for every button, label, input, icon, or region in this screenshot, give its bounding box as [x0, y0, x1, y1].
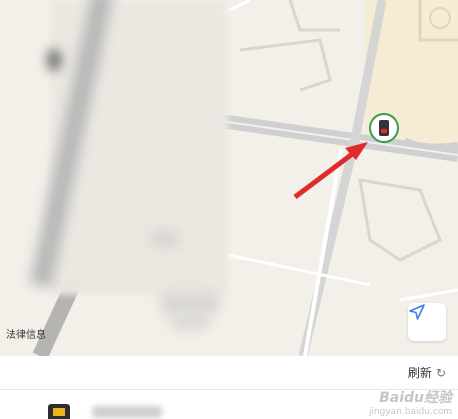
- refresh-button[interactable]: 刷新 ↻: [408, 364, 446, 381]
- refresh-label: 刷新: [407, 366, 432, 380]
- watermark-url: jingyan.baidu.com: [368, 407, 452, 417]
- map-view[interactable]: 法律信息: [0, 0, 458, 356]
- legal-info-link[interactable]: 法律信息: [6, 326, 46, 341]
- watermark-brand: Baidu经验: [379, 390, 452, 406]
- phone-icon: [379, 120, 389, 136]
- navigation-arrow-icon: [409, 304, 425, 320]
- store-thumbnail[interactable]: [48, 404, 70, 419]
- phone-store-pin-icon[interactable]: [369, 113, 399, 143]
- refresh-icon: ↻: [435, 365, 446, 380]
- watermark: Baidu经验 jingyan.baidu.com: [369, 387, 452, 417]
- locate-button[interactable]: [408, 303, 446, 341]
- blurred-store-name: [92, 406, 162, 418]
- map-screen: 法律信息 刷新 ↻ Baidu经验 jingyan.baidu.com: [0, 0, 458, 419]
